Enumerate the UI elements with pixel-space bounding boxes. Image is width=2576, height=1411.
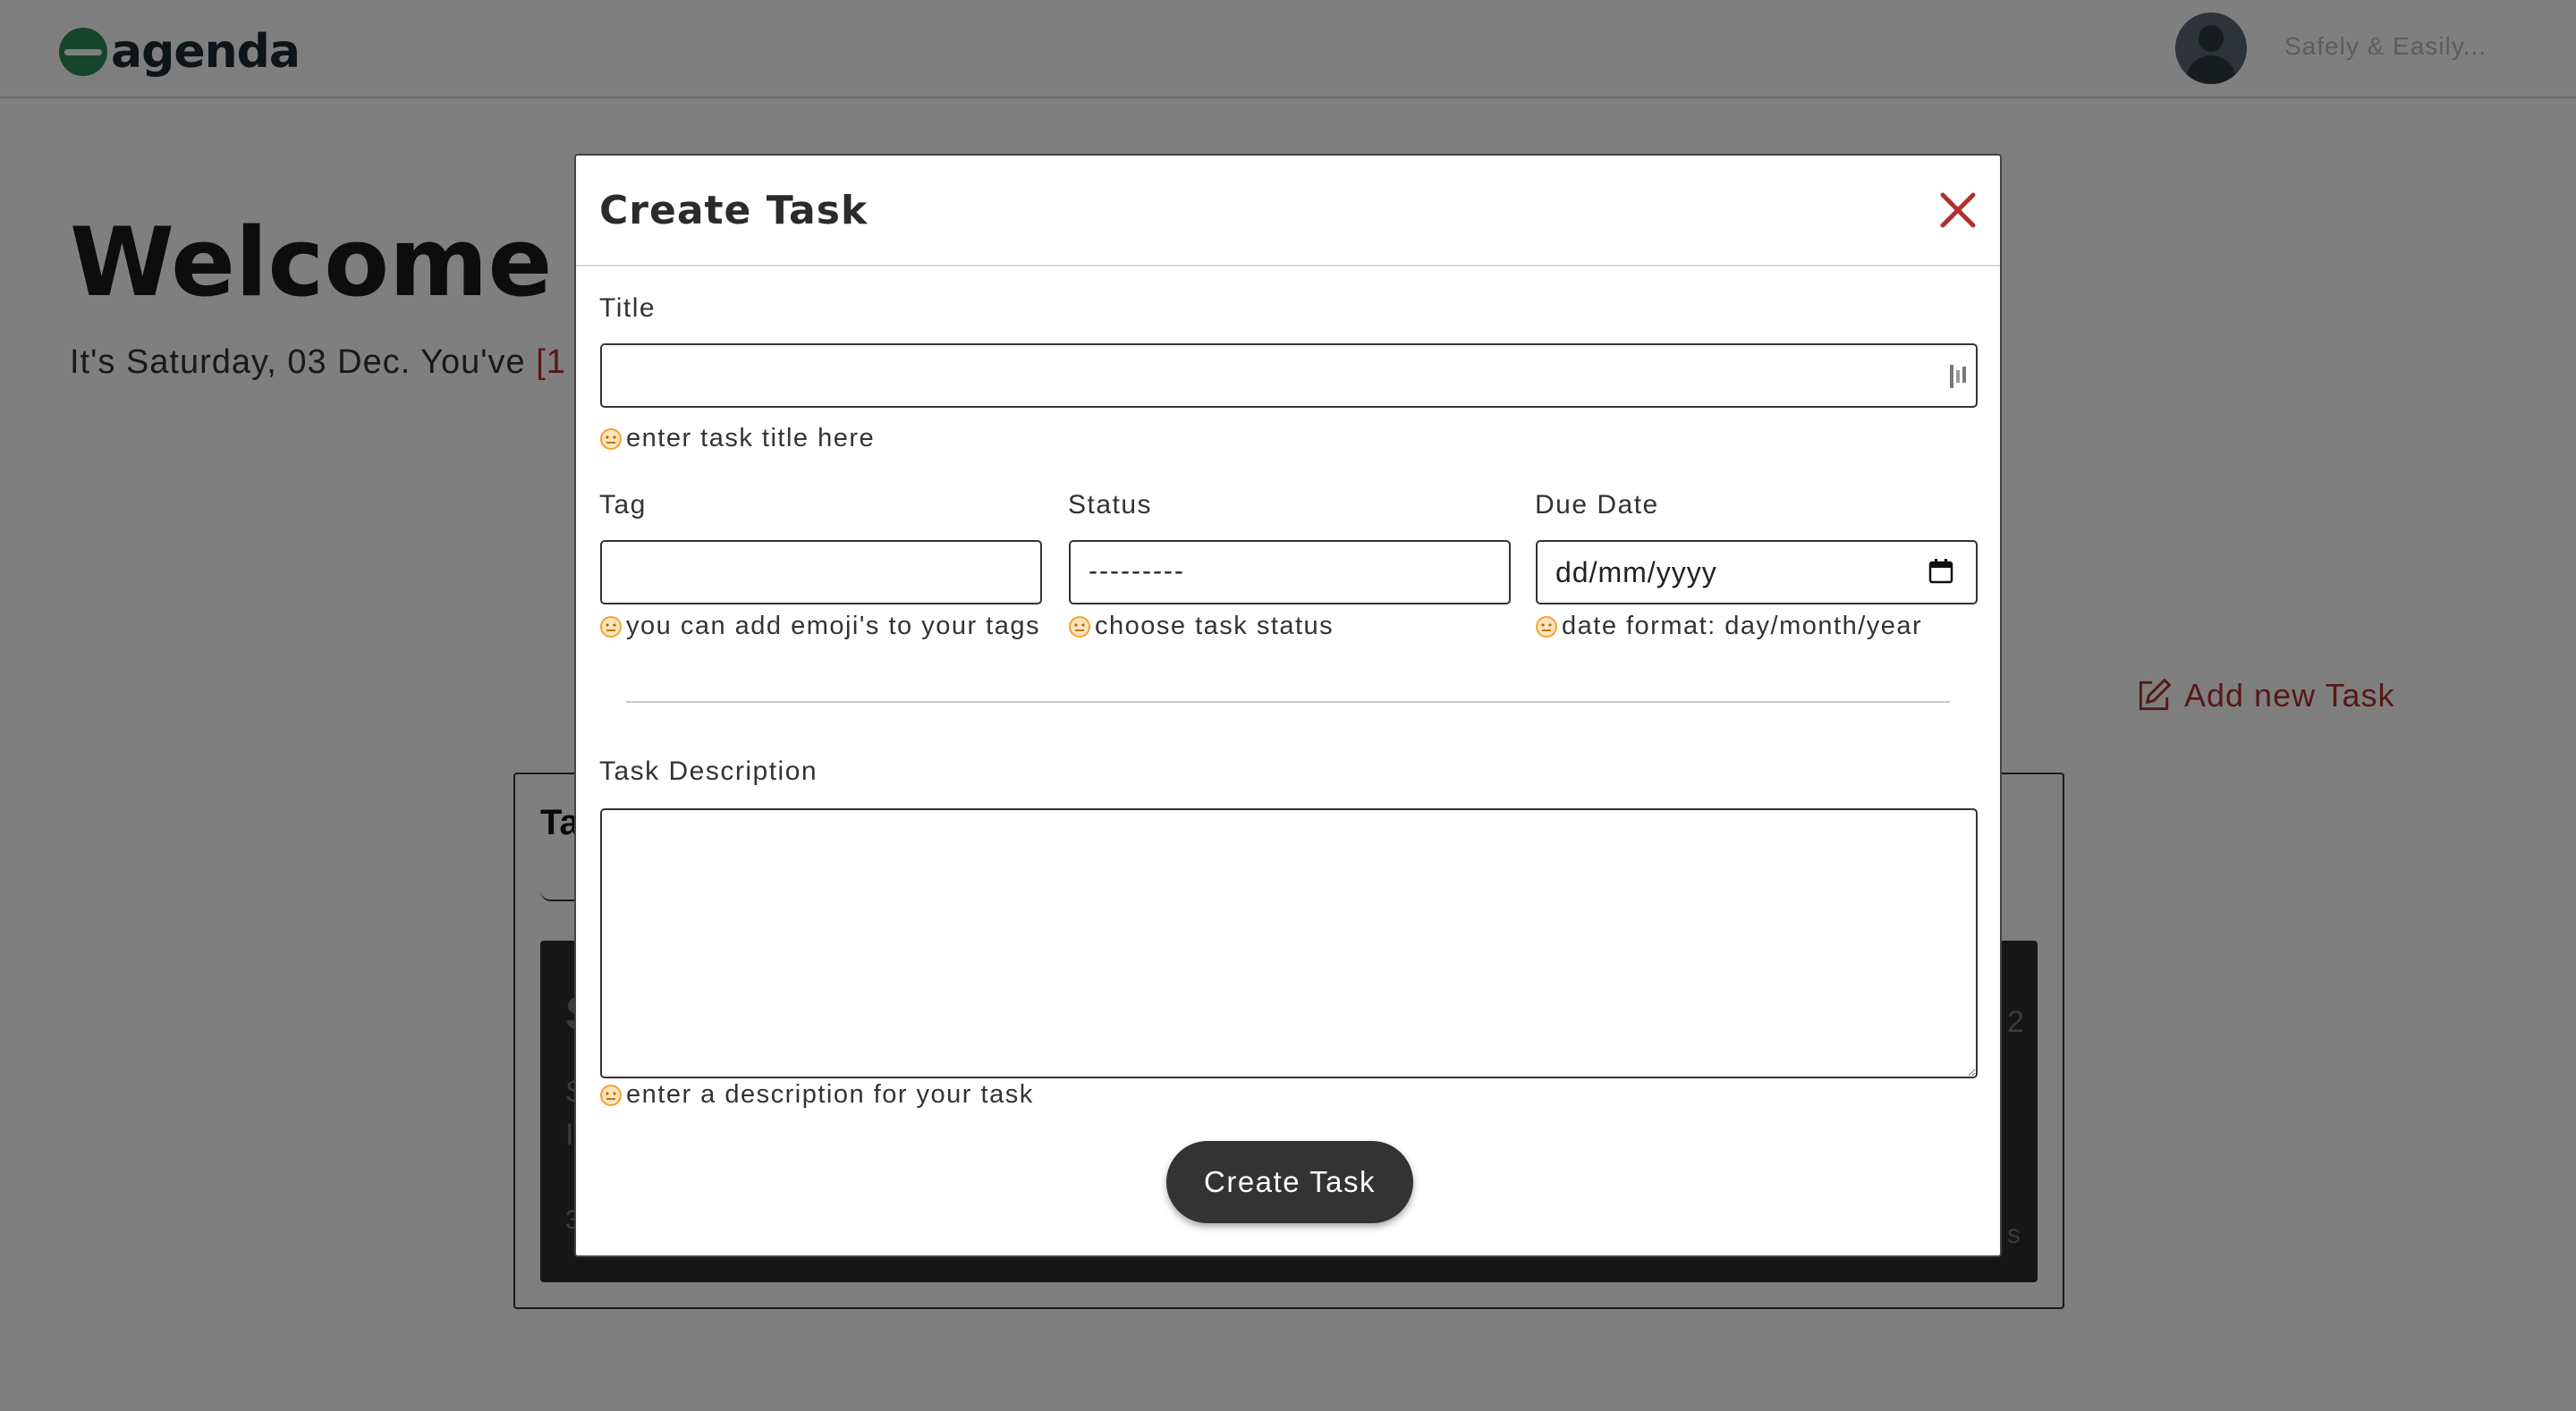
smiley-icon [600, 615, 622, 638]
description-textarea[interactable] [600, 808, 1978, 1078]
due-date-placeholder: dd/mm/yyyy [1555, 556, 1717, 588]
modal-title: Create Task [599, 188, 869, 233]
due-date-hint-text: date format: day/month/year [1562, 612, 1923, 640]
title-hint-text: enter task title here [626, 424, 876, 452]
create-task-button[interactable]: Create Task [1166, 1141, 1413, 1223]
description-hint-text: enter a description for your task [626, 1080, 1034, 1109]
due-date-hint: date format: day/month/year [1535, 612, 1922, 641]
due-date-input[interactable]: dd/mm/yyyy [1536, 540, 1978, 604]
tag-input[interactable] [600, 540, 1042, 604]
due-date-label: Due Date [1535, 490, 1659, 520]
description-hint: enter a description for your task [599, 1080, 1034, 1110]
tag-label: Tag [599, 490, 647, 520]
smiley-icon [600, 1084, 622, 1106]
modal-header: Create Task [576, 156, 2000, 266]
smiley-icon [600, 427, 622, 450]
status-hint-text: choose task status [1095, 612, 1335, 640]
password-manager-icon[interactable] [1948, 363, 1970, 390]
title-hint: enter task title here [599, 424, 875, 453]
close-icon[interactable] [1936, 188, 1980, 232]
status-hint: choose task status [1068, 612, 1334, 641]
tag-hint: you can add emoji's to your tags [599, 612, 1040, 641]
form-divider [626, 701, 1950, 703]
calendar-icon[interactable] [1928, 558, 1954, 585]
title-label: Title [599, 293, 657, 323]
smiley-icon [1069, 615, 1090, 638]
create-task-modal: Create Task Title enter task title here … [574, 154, 2002, 1257]
status-select[interactable]: --------- [1069, 540, 1511, 604]
description-label: Task Description [599, 756, 818, 786]
status-selected-value: --------- [1089, 556, 1185, 586]
smiley-icon [1536, 615, 1557, 638]
title-input[interactable] [600, 343, 1978, 408]
tag-hint-text: you can add emoji's to your tags [626, 612, 1040, 640]
status-label: Status [1068, 490, 1153, 520]
